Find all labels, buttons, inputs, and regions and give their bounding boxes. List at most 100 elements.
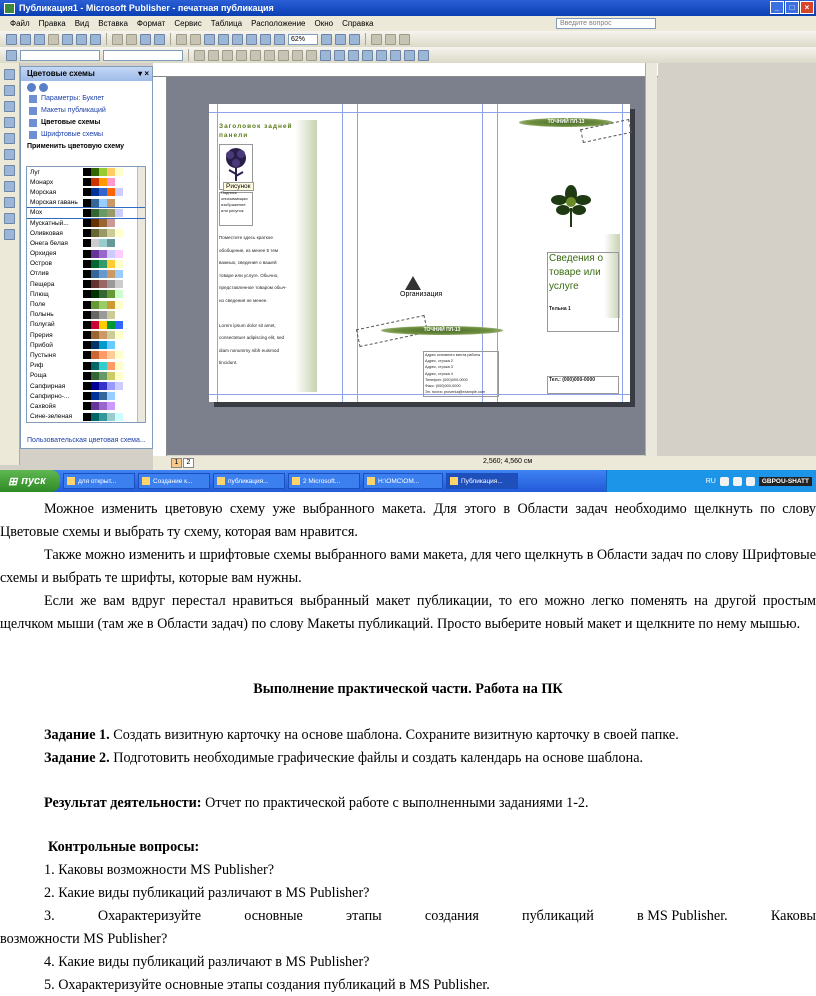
copy-icon[interactable] bbox=[126, 33, 137, 45]
menu-arrange[interactable]: Расположение bbox=[251, 19, 305, 28]
taskbar-task-active[interactable]: Публикация... bbox=[446, 473, 518, 489]
arrow-style-icon[interactable] bbox=[390, 49, 401, 61]
align-left-icon[interactable] bbox=[236, 49, 247, 61]
autoshapes-icon[interactable] bbox=[4, 213, 15, 224]
color-scheme-item[interactable]: Сахвойя bbox=[27, 401, 145, 411]
page-2-button[interactable]: 2 bbox=[183, 458, 194, 468]
rotate-icon[interactable] bbox=[232, 33, 243, 45]
taskbar-task[interactable]: 2 Microsoft... bbox=[288, 473, 360, 489]
zoom-select[interactable]: 62% bbox=[288, 33, 318, 45]
tray-icon[interactable] bbox=[732, 476, 742, 486]
align-center-icon[interactable] bbox=[250, 49, 261, 61]
minimize-button[interactable]: _ bbox=[770, 1, 784, 14]
color-scheme-item[interactable]: Прибой bbox=[27, 340, 145, 350]
link-font-schemes[interactable]: Шрифтовые схемы bbox=[21, 129, 152, 141]
color-scheme-item[interactable]: Прерия bbox=[27, 330, 145, 340]
picture-icon[interactable] bbox=[4, 133, 15, 144]
menu-format[interactable]: Формат bbox=[137, 19, 165, 28]
color-scheme-item[interactable]: Луг bbox=[27, 167, 145, 177]
close-button[interactable]: × bbox=[800, 1, 814, 14]
help-icon[interactable] bbox=[349, 33, 360, 45]
paste-icon[interactable] bbox=[140, 33, 151, 45]
color-scheme-item[interactable]: Сапфирно-... bbox=[27, 391, 145, 401]
taskbar-task[interactable]: для открыт... bbox=[63, 473, 135, 489]
columns-icon[interactable] bbox=[260, 33, 271, 45]
bring-forward-icon[interactable] bbox=[204, 33, 215, 45]
color-scheme-item[interactable]: Сине-зеленая bbox=[27, 412, 145, 422]
taskbar-task[interactable]: Создание к... bbox=[138, 473, 210, 489]
font-color-icon[interactable] bbox=[348, 49, 359, 61]
justify-icon[interactable] bbox=[278, 49, 289, 61]
tray-icon[interactable] bbox=[745, 476, 755, 486]
connect-frames-icon[interactable] bbox=[385, 33, 396, 45]
publication-page[interactable]: Заголовок задней панели Рисунок Подпись … bbox=[209, 104, 632, 402]
color-scheme-item[interactable]: Морская гавань bbox=[27, 198, 145, 208]
color-scheme-item[interactable]: Роща bbox=[27, 371, 145, 381]
color-scheme-list[interactable]: Луг Монарх Морская Морская гавань Мох Мускатн… bbox=[26, 166, 146, 423]
maximize-button[interactable]: □ bbox=[785, 1, 799, 14]
table-icon[interactable] bbox=[4, 101, 15, 112]
save-icon[interactable] bbox=[34, 33, 45, 45]
color-scheme-item[interactable]: Плющ bbox=[27, 289, 145, 299]
zoom-out-icon[interactable] bbox=[321, 33, 332, 45]
dash-style-icon[interactable] bbox=[376, 49, 387, 61]
disconnect-frames-icon[interactable] bbox=[399, 33, 410, 45]
color-scheme-item[interactable]: Отлив bbox=[27, 269, 145, 279]
text-box-icon[interactable] bbox=[4, 85, 15, 96]
color-scheme-item[interactable]: Поле bbox=[27, 299, 145, 309]
color-scheme-item[interactable]: Остров bbox=[27, 259, 145, 269]
style-select[interactable] bbox=[20, 49, 100, 61]
color-scheme-item[interactable]: Пещера bbox=[27, 279, 145, 289]
color-scheme-item[interactable]: Мох bbox=[27, 206, 145, 219]
bold-icon[interactable] bbox=[194, 49, 205, 61]
shadow-style-icon[interactable] bbox=[404, 49, 415, 61]
oval-icon[interactable] bbox=[4, 181, 15, 192]
open-icon[interactable] bbox=[20, 33, 31, 45]
forward-icon[interactable] bbox=[39, 82, 48, 92]
color-scheme-item[interactable]: Мускатный... bbox=[27, 218, 145, 228]
back-icon[interactable] bbox=[27, 82, 36, 92]
help-search-input[interactable]: Введите вопрос bbox=[556, 18, 656, 29]
new-icon[interactable] bbox=[6, 33, 17, 45]
color-scheme-item[interactable]: Пустыня bbox=[27, 350, 145, 360]
link-color-schemes[interactable]: Цветовые схемы bbox=[21, 117, 152, 129]
menu-view[interactable]: Вид bbox=[75, 19, 89, 28]
color-scheme-item[interactable]: Монарх bbox=[27, 177, 145, 187]
pilcrow-icon[interactable] bbox=[274, 33, 285, 45]
design-gallery-icon[interactable] bbox=[4, 229, 15, 240]
redo-icon[interactable] bbox=[190, 33, 201, 45]
underline-icon[interactable] bbox=[222, 49, 233, 61]
styles-icon[interactable] bbox=[6, 49, 17, 61]
italic-icon[interactable] bbox=[208, 49, 219, 61]
send-backward-icon[interactable] bbox=[218, 33, 229, 45]
menu-file[interactable]: Файл bbox=[10, 19, 30, 28]
print-icon[interactable] bbox=[62, 33, 73, 45]
undo-icon[interactable] bbox=[176, 33, 187, 45]
menu-insert[interactable]: Вставка bbox=[98, 19, 128, 28]
menu-tools[interactable]: Сервис bbox=[174, 19, 201, 28]
menu-window[interactable]: Окно bbox=[315, 19, 334, 28]
select-pointer-icon[interactable] bbox=[4, 69, 15, 80]
document-scrollbar[interactable] bbox=[645, 63, 657, 458]
start-button[interactable]: ⊞ пуск bbox=[0, 470, 60, 492]
line-style-icon[interactable] bbox=[362, 49, 373, 61]
cut-icon[interactable] bbox=[112, 33, 123, 45]
menu-help[interactable]: Справка bbox=[342, 19, 373, 28]
numbering-icon[interactable] bbox=[292, 49, 303, 61]
tray-icon[interactable] bbox=[719, 476, 729, 486]
print-preview-icon[interactable] bbox=[76, 33, 87, 45]
wordart-icon[interactable] bbox=[4, 117, 15, 128]
permission-icon[interactable] bbox=[48, 33, 59, 45]
spelling-icon[interactable] bbox=[90, 33, 101, 45]
taskbar-task[interactable]: H:\ОМС\ОМ... bbox=[363, 473, 443, 489]
body-text-frame[interactable]: Поместите здесь краткое обобщение, из мен… bbox=[219, 232, 287, 370]
taskbar-task[interactable]: публикация... bbox=[213, 473, 285, 489]
color-scheme-item[interactable]: Полынь bbox=[27, 310, 145, 320]
link-publication-designs[interactable]: Макеты публикаций bbox=[21, 105, 152, 117]
link-publication-options[interactable]: Параметры: Буклет bbox=[21, 93, 152, 105]
menu-edit[interactable]: Правка bbox=[39, 19, 66, 28]
color-scheme-item[interactable]: Оливковая bbox=[27, 228, 145, 238]
web-tools-icon[interactable] bbox=[371, 33, 382, 45]
color-scheme-item[interactable]: Морская bbox=[27, 187, 145, 197]
language-indicator[interactable]: RU bbox=[706, 478, 716, 485]
